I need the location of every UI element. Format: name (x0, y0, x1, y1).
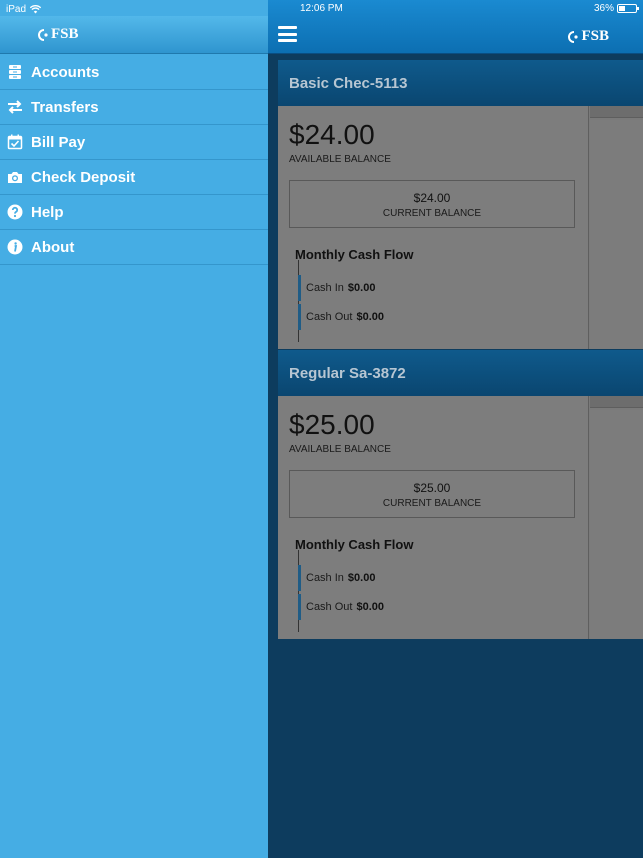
account-body: $24.00 AVAILABLE BALANCE $24.00 CURRENT … (278, 106, 643, 349)
cash-out-row: Cash Out $0.00 (298, 594, 384, 620)
cash-in-label: Cash In (306, 572, 344, 584)
status-bar-left: iPad (6, 2, 42, 16)
menu-item-check-deposit[interactable]: Check Deposit (0, 160, 268, 195)
account-side-panel (590, 106, 643, 349)
status-battery: 36% (593, 3, 639, 14)
cash-in-row: Cash In $0.00 (298, 275, 375, 301)
calendar-check-icon (7, 134, 23, 150)
current-balance-label: CURRENT BALANCE (382, 498, 482, 509)
menu-item-accounts[interactable]: Accounts (0, 55, 268, 90)
available-balance-label: AVAILABLE BALANCE (289, 154, 391, 165)
account-name[interactable]: Basic Chec-5113 (278, 60, 643, 106)
status-time: 12:06 PM (300, 3, 343, 14)
camera-icon (7, 169, 23, 185)
current-balance: $24.00 (413, 191, 451, 205)
cash-in-label: Cash In (306, 282, 344, 294)
sidebar-header: FSB (0, 16, 268, 54)
menu-label-accounts: Accounts (31, 63, 100, 81)
menu-item-transfers[interactable]: Transfers (0, 90, 268, 125)
menu-label-check-deposit: Check Deposit (31, 168, 136, 186)
cash-out-bar (298, 594, 301, 620)
available-balance-label: AVAILABLE BALANCE (289, 444, 391, 455)
sidebar-menu: iPad FSB Accounts Transfers Bill Pay Che… (0, 0, 268, 858)
cash-in-bar (298, 275, 301, 301)
menu-item-help[interactable]: Help (0, 195, 268, 230)
logo-text: FSB (581, 28, 609, 44)
cash-in-bar (298, 565, 301, 591)
accounts-icon (7, 64, 23, 80)
main-content: 12:06 PM 36% FSB Basic Chec-5113 $24.00 … (268, 0, 643, 858)
account-card-checking[interactable]: Basic Chec-5113 $24.00 AVAILABLE BALANCE… (278, 60, 643, 349)
account-summary: $25.00 AVAILABLE BALANCE $25.00 CURRENT … (278, 396, 589, 639)
cash-out-bar (298, 304, 301, 330)
current-balance-label: CURRENT BALANCE (382, 208, 482, 219)
current-balance: $25.00 (413, 481, 451, 495)
menu-label-transfers: Transfers (31, 98, 99, 116)
cash-out-row: Cash Out $0.00 (298, 304, 384, 330)
current-balance-box: $24.00 CURRENT BALANCE (289, 180, 575, 228)
monthly-cash-flow-title: Monthly Cash Flow (295, 247, 414, 262)
menu-item-bill-pay[interactable]: Bill Pay (0, 125, 268, 160)
fsb-logo: FSB (38, 26, 79, 43)
battery-icon (617, 4, 639, 13)
available-balance: $24.00 (289, 119, 375, 150)
cash-in-value: $0.00 (347, 572, 376, 584)
nav-menu: Accounts Transfers Bill Pay Check Deposi… (0, 55, 268, 265)
top-bar: 12:06 PM 36% FSB (268, 0, 643, 54)
menu-label-about: About (31, 238, 75, 256)
menu-label-bill-pay: Bill Pay (31, 133, 86, 151)
available-balance: $25.00 (289, 409, 375, 440)
cash-in-value: $0.00 (347, 282, 376, 294)
account-summary: $24.00 AVAILABLE BALANCE $24.00 CURRENT … (278, 106, 589, 349)
wifi-icon (30, 4, 42, 13)
menu-label-help: Help (31, 203, 64, 221)
info-icon (7, 239, 23, 255)
question-icon (7, 204, 23, 220)
cash-out-value: $0.00 (356, 311, 384, 323)
cash-out-label: Cash Out (306, 311, 353, 323)
cash-out-label: Cash Out (306, 601, 353, 613)
fsb-logo-icon (568, 30, 579, 43)
logo-text: FSB (51, 26, 79, 42)
current-balance-box: $25.00 CURRENT BALANCE (289, 470, 575, 518)
transfer-arrows-icon (7, 99, 23, 115)
account-side-panel (590, 396, 643, 639)
hamburger-menu-button[interactable] (278, 26, 297, 42)
device-name: iPad (6, 3, 27, 15)
fsb-logo-top: FSB (568, 28, 609, 45)
battery-percent: 36% (593, 3, 614, 14)
account-card-savings[interactable]: Regular Sa-3872 $25.00 AVAILABLE BALANCE… (278, 350, 643, 639)
account-body: $25.00 AVAILABLE BALANCE $25.00 CURRENT … (278, 396, 643, 639)
fsb-logo-icon (38, 28, 48, 41)
cash-in-row: Cash In $0.00 (298, 565, 375, 591)
monthly-cash-flow-title: Monthly Cash Flow (295, 537, 414, 552)
account-name[interactable]: Regular Sa-3872 (278, 350, 643, 396)
cash-out-value: $0.00 (356, 601, 384, 613)
menu-item-about[interactable]: About (0, 230, 268, 265)
